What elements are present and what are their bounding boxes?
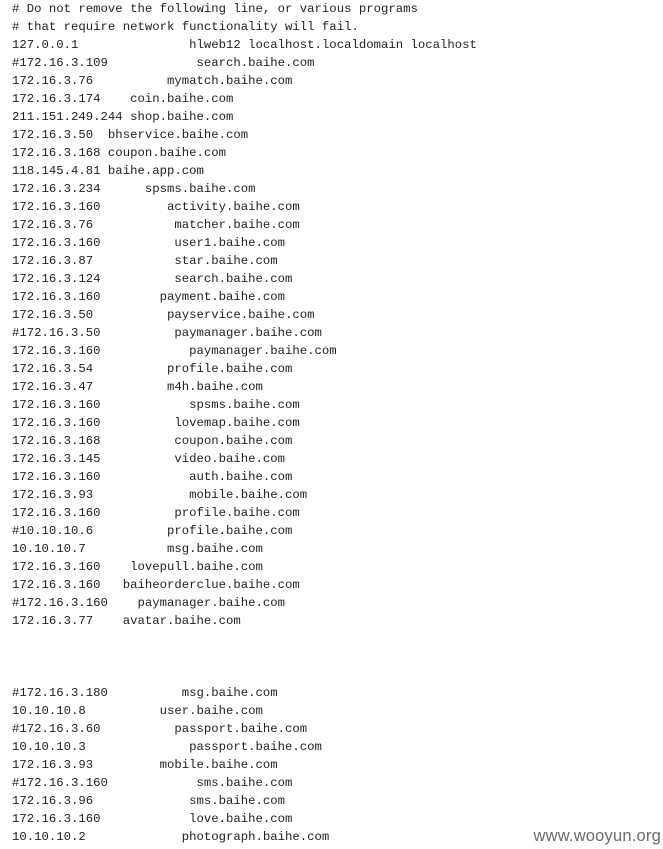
text-line: 172.16.3.160 lovepull.baihe.com [12, 560, 263, 574]
text-line: 172.16.3.168 coupon.baihe.com [12, 434, 293, 448]
text-line: 172.16.3.87 star.baihe.com [12, 254, 278, 268]
text-line: 10.10.10.3 passport.baihe.com [12, 740, 322, 754]
text-line: 172.16.3.76 matcher.baihe.com [12, 218, 300, 232]
text-line: 127.0.0.1 hlweb12 localhost.localdomain … [12, 38, 477, 52]
text-line: #172.16.3.160 sms.baihe.com [12, 776, 293, 790]
text-line: # Do not remove the following line, or v… [12, 2, 418, 16]
text-line: 172.16.3.160 spsms.baihe.com [12, 398, 300, 412]
text-line: 172.16.3.160 auth.baihe.com [12, 470, 293, 484]
text-line: #172.16.3.180 msg.baihe.com [12, 686, 278, 700]
text-line: 172.16.3.160 love.baihe.com [12, 812, 293, 826]
text-line: 172.16.3.145 video.baihe.com [12, 452, 286, 466]
text-line: 172.16.3.54 profile.baihe.com [12, 362, 293, 376]
text-line: 172.16.3.77 avatar.baihe.com [12, 614, 241, 628]
text-line: 172.16.3.93 mobile.baihe.com [12, 758, 278, 772]
text-line: 10.10.10.8 user.baihe.com [12, 704, 263, 718]
text-line: 211.151.249.244 shop.baihe.com [12, 110, 234, 124]
text-line: 172.16.3.160 payment.baihe.com [12, 290, 286, 304]
text-line: 10.10.10.7 msg.baihe.com [12, 542, 263, 556]
text-line: 172.16.3.124 search.baihe.com [12, 272, 293, 286]
text-line: 172.16.3.174 coin.baihe.com [12, 92, 234, 106]
text-line: 172.16.3.168 coupon.baihe.com [12, 146, 227, 160]
watermark: www.wooyun.org [533, 827, 661, 845]
text-line: 172.16.3.160 lovemap.baihe.com [12, 416, 300, 430]
text-line: 172.16.3.50 bhservice.baihe.com [12, 128, 249, 142]
text-line: 172.16.3.96 sms.baihe.com [12, 794, 286, 808]
text-line: 172.16.3.160 user1.baihe.com [12, 236, 286, 250]
text-line: # that require network functionality wil… [12, 20, 359, 34]
hosts-file-editor[interactable]: # Do not remove the following line, or v… [0, 0, 663, 849]
text-line: 172.16.3.47 m4h.baihe.com [12, 380, 263, 394]
text-line: 172.16.3.234 spsms.baihe.com [12, 182, 256, 196]
text-line: #172.16.3.50 paymanager.baihe.com [12, 326, 322, 340]
text-line: 172.16.3.160 baiheorderclue.baihe.com [12, 578, 300, 592]
text-line: 118.145.4.81 baihe.app.com [12, 164, 204, 178]
text-line: #10.10.10.6 profile.baihe.com [12, 524, 293, 538]
text-line: 172.16.3.93 mobile.baihe.com [12, 488, 308, 502]
text-line: #172.16.3.109 search.baihe.com [12, 56, 315, 70]
text-line: 10.10.10.2 photograph.baihe.com [12, 830, 330, 844]
text-line: 172.16.3.76 mymatch.baihe.com [12, 74, 293, 88]
text-line: #172.16.3.60 passport.baihe.com [12, 722, 308, 736]
text-line: 172.16.3.50 payservice.baihe.com [12, 308, 315, 322]
text-line: 172.16.3.160 profile.baihe.com [12, 506, 300, 520]
text-line: 172.16.3.160 paymanager.baihe.com [12, 344, 337, 358]
text-line: #172.16.3.160 paymanager.baihe.com [12, 596, 286, 610]
text-line: 172.16.3.160 activity.baihe.com [12, 200, 300, 214]
